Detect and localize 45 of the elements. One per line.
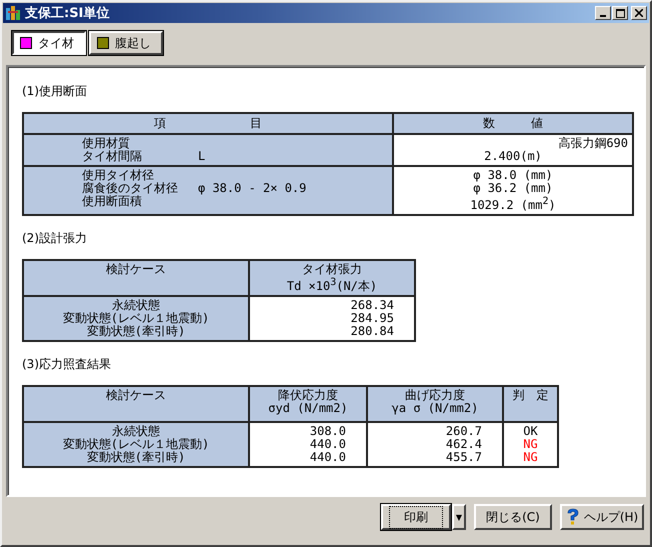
close-dialog-button[interactable]: 閉じる(C) — [474, 504, 552, 530]
tab[interactable]: 腹起し — [89, 31, 163, 55]
item-label: 使用材質 — [82, 137, 131, 150]
item-note: L — [198, 150, 206, 163]
header-cell: 項 目 — [23, 113, 393, 134]
item-label: タイ材間隔 — [82, 150, 143, 163]
item-note: φ 38.0 - 2× 0.9 — [198, 182, 306, 195]
header-cell: 検討ケース — [23, 386, 249, 422]
app-icon — [5, 5, 21, 21]
value-text: φ 38.0 (mm) — [473, 168, 553, 182]
table-cell: 永続状態 変動状態(レベル１地震動) 変動状態(牽引時) — [23, 296, 249, 341]
header-cell: 曲げ応力度 γa σ (N/mm2) — [367, 386, 503, 422]
window-title: 支保工:SI単位 — [25, 5, 110, 22]
table-cell: 永続状態 変動状態(レベル１地震動) 変動状態(牽引時) — [23, 422, 249, 467]
help-icon — [566, 508, 580, 526]
value-text: φ 36.2 (mm) — [473, 181, 553, 195]
header-cell: 検討ケース — [23, 260, 249, 296]
table-cell: 308.0 440.0 440.0 — [249, 422, 367, 467]
value-text: 2.400(m) — [484, 149, 542, 163]
section-heading: (3)応力照査結果 — [22, 356, 112, 373]
section-heading: (1)使用断面 — [22, 83, 88, 100]
value-text: 1029.2 (mm$^{2}$) — [470, 198, 556, 212]
help-button[interactable]: ヘルプ(H) — [560, 504, 644, 530]
verdict-text: NG — [522, 438, 539, 451]
close-button[interactable] — [631, 6, 647, 20]
item-label: 使用タイ材径 — [82, 169, 155, 182]
header-cell: 判 定 — [503, 386, 558, 422]
value-text: 高張力鋼690 — [558, 136, 628, 150]
item-label: 腐食後のタイ材径 — [82, 182, 179, 195]
maximize-icon — [616, 8, 624, 18]
tab[interactable]: タイ材 — [12, 31, 86, 55]
close-icon — [635, 9, 643, 17]
item-label: 使用断面積 — [82, 195, 143, 208]
table-cell: 268.34 284.95 280.84 — [249, 296, 415, 341]
section-heading: (2)設計張力 — [22, 230, 88, 247]
minimize-button[interactable] — [595, 6, 611, 20]
maximize-button[interactable] — [612, 6, 628, 20]
dropdown-button[interactable]: ▼ — [452, 504, 466, 530]
verdict-text: OK — [522, 425, 539, 438]
verdict-text: NG — [522, 451, 539, 464]
print-button[interactable]: 印刷 — [381, 504, 451, 530]
header-cell: 降伏応力度 σyd (N/mm2) — [249, 386, 367, 422]
header-cell: タイ材張力 Td ×10$^{3}$(N/本) — [249, 260, 415, 296]
table-cell: 260.7 462.4 455.7 — [367, 422, 503, 467]
header-cell: 数 値 — [393, 113, 633, 134]
